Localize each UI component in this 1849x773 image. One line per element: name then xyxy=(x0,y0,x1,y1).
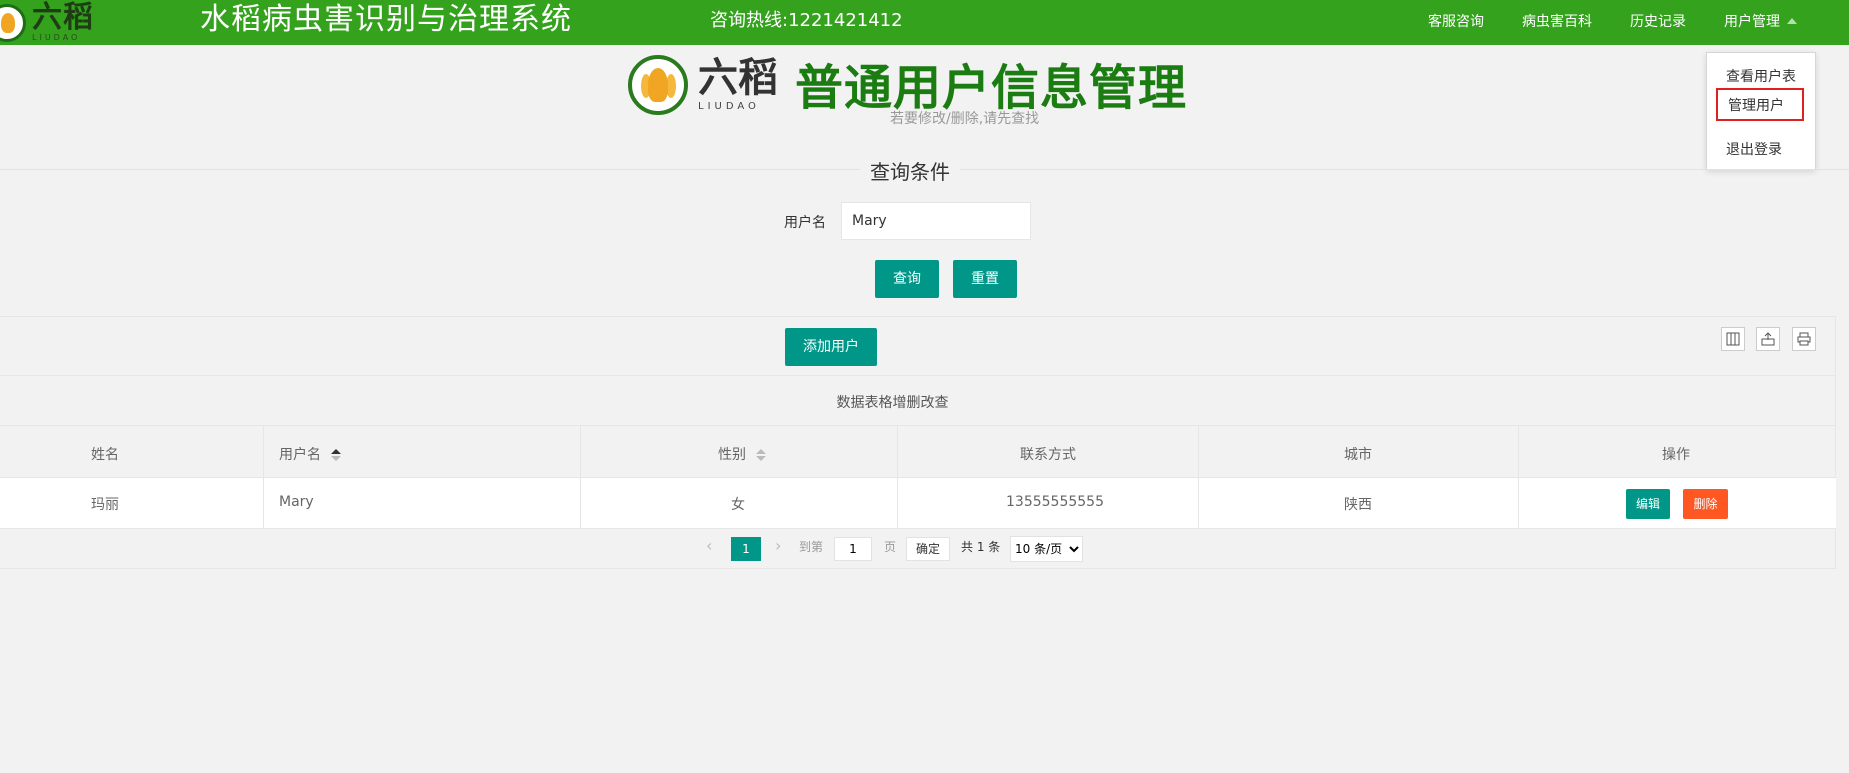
page-logo-cn: 六稻 xyxy=(698,55,778,101)
print-icon[interactable] xyxy=(1792,327,1816,351)
th-actions: 操作 xyxy=(1662,447,1690,463)
nav-item-history[interactable]: 历史记录 xyxy=(1630,11,1686,31)
columns-icon[interactable] xyxy=(1721,327,1745,351)
column-separator xyxy=(1198,426,1199,528)
goto-page-input[interactable] xyxy=(834,537,872,561)
th-username[interactable]: 用户名 xyxy=(279,444,342,464)
dropdown-item-view-users[interactable]: 查看用户表 xyxy=(1707,66,1815,86)
brand-logo[interactable]: 六稻 LIUDAO xyxy=(0,0,94,45)
delete-button[interactable]: 删除 xyxy=(1683,489,1728,519)
column-separator xyxy=(263,426,264,528)
header-divider xyxy=(0,425,1836,426)
th-name: 姓名 xyxy=(91,447,119,463)
system-title: 水稻病虫害识别与治理系统 xyxy=(200,2,572,37)
username-search-input[interactable] xyxy=(841,202,1031,240)
total-count: 共 1 条 xyxy=(961,540,1001,554)
cell-gender: 女 xyxy=(731,497,745,513)
column-separator xyxy=(1518,426,1519,528)
user-management-dropdown: 查看用户表 管理用户 退出登录 xyxy=(1706,52,1816,170)
username-label: 用户名 xyxy=(784,215,826,231)
page-logo-en: LIUDAO xyxy=(698,101,760,112)
search-button[interactable]: 查询 xyxy=(875,260,939,298)
toolbar-divider xyxy=(0,375,1836,376)
page-size-select[interactable]: 10 条/页 xyxy=(1010,536,1083,562)
th-phone: 联系方式 xyxy=(1020,447,1076,463)
nav-item-customer-service[interactable]: 客服咨询 xyxy=(1428,11,1484,31)
edit-button[interactable]: 编辑 xyxy=(1626,489,1670,519)
logo-cn-text: 六稻 xyxy=(32,0,94,35)
data-table-container xyxy=(0,316,1836,569)
sort-icon[interactable] xyxy=(331,449,342,461)
add-user-button[interactable]: 添加用户 xyxy=(785,328,877,366)
column-separator xyxy=(897,426,898,528)
export-icon[interactable] xyxy=(1756,327,1780,351)
cell-name: 玛丽 xyxy=(91,497,119,513)
wheat-logo-icon xyxy=(0,3,26,42)
th-city: 城市 xyxy=(1344,447,1372,463)
current-page[interactable]: 1 xyxy=(731,537,761,561)
next-page-icon[interactable]: › xyxy=(775,536,781,555)
goto-confirm-button[interactable]: 确定 xyxy=(906,537,950,561)
dropdown-item-manage-users[interactable]: 管理用户 xyxy=(1716,88,1804,121)
cell-phone: 13555555555 xyxy=(1006,494,1104,510)
nav-item-user-management[interactable]: 用户管理 xyxy=(1724,11,1797,31)
column-separator xyxy=(580,426,581,528)
nav-item-encyclopedia[interactable]: 病虫害百科 xyxy=(1522,11,1592,31)
dropdown-item-logout[interactable]: 退出登录 xyxy=(1707,139,1815,159)
reset-button[interactable]: 重置 xyxy=(953,260,1017,298)
cell-username: Mary xyxy=(279,494,314,510)
hotline-text: 咨询热线:1221421412 xyxy=(710,10,903,31)
wheat-logo-icon xyxy=(628,55,688,115)
th-gender[interactable]: 性别 xyxy=(718,444,767,464)
main-nav: 客服咨询 病虫害百科 历史记录 用户管理 xyxy=(1390,0,1849,42)
cell-city: 陕西 xyxy=(1344,497,1372,513)
page-logo: 六稻 LIUDAO xyxy=(628,55,778,115)
nav-item-user-management-label: 用户管理 xyxy=(1724,14,1780,30)
goto-label: 到第 xyxy=(799,540,824,554)
top-navbar: 六稻 LIUDAO 水稻病虫害识别与治理系统 咨询热线:1221421412 客… xyxy=(0,0,1849,45)
th-username-label: 用户名 xyxy=(279,447,321,463)
prev-page-icon[interactable]: ‹ xyxy=(706,536,712,555)
page-unit-label: 页 xyxy=(884,540,897,554)
sort-icon[interactable] xyxy=(756,449,767,461)
table-title: 数据表格增删改查 xyxy=(836,395,949,411)
logo-en-text: LIUDAO xyxy=(32,33,81,42)
row-divider xyxy=(0,477,1836,478)
th-gender-label: 性别 xyxy=(718,447,746,463)
caret-up-icon xyxy=(1787,18,1797,24)
page-subtitle: 若要修改/删除,请先查找 xyxy=(890,111,1040,127)
query-legend: 查询条件 xyxy=(860,156,960,185)
table-row xyxy=(0,478,1836,528)
row-divider xyxy=(0,528,1836,529)
